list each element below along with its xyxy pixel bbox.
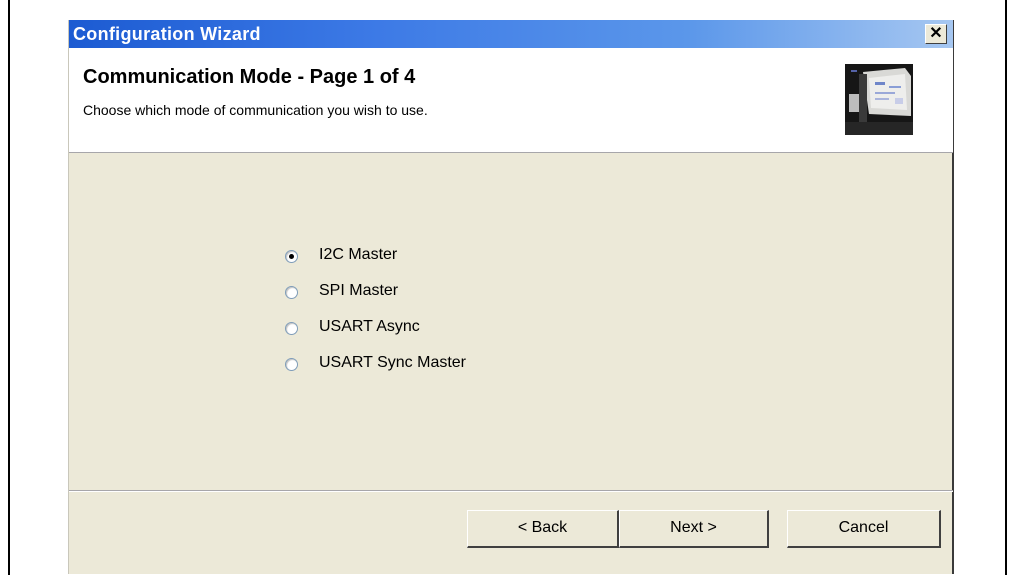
wizard-header: Communication Mode - Page 1 of 4 Choose … — [69, 48, 953, 153]
next-button[interactable]: Next > — [619, 510, 769, 548]
option-label: USART Sync Master — [319, 354, 467, 371]
configuration-wizard-dialog: Configuration Wizard ✕ Communication Mod… — [68, 20, 954, 574]
radio-usart-sync-master[interactable] — [285, 358, 298, 371]
option-label: SPI Master — [319, 282, 399, 299]
footer-separator — [69, 490, 953, 492]
option-label: I2C Master — [319, 246, 398, 263]
option-label: USART Async — [319, 318, 420, 335]
close-icon: ✕ — [929, 25, 943, 42]
radio-spi-master[interactable] — [285, 286, 298, 299]
page-title: Communication Mode - Page 1 of 4 — [83, 66, 416, 88]
window-title: Configuration Wizard — [73, 24, 261, 44]
cancel-button[interactable]: Cancel — [787, 510, 941, 548]
close-button[interactable]: ✕ — [925, 24, 947, 44]
page-frame-right — [1005, 0, 1007, 575]
title-bar[interactable]: Configuration Wizard ✕ — [69, 20, 953, 48]
banner-graphic — [845, 64, 913, 135]
page-frame-left — [8, 0, 10, 575]
radio-i2c-master[interactable] — [285, 250, 298, 263]
back-button[interactable]: < Back — [467, 510, 619, 548]
radio-usart-async[interactable] — [285, 322, 298, 335]
wizard-banner-image — [845, 64, 913, 135]
page-subtitle: Choose which mode of communication you w… — [83, 102, 428, 118]
